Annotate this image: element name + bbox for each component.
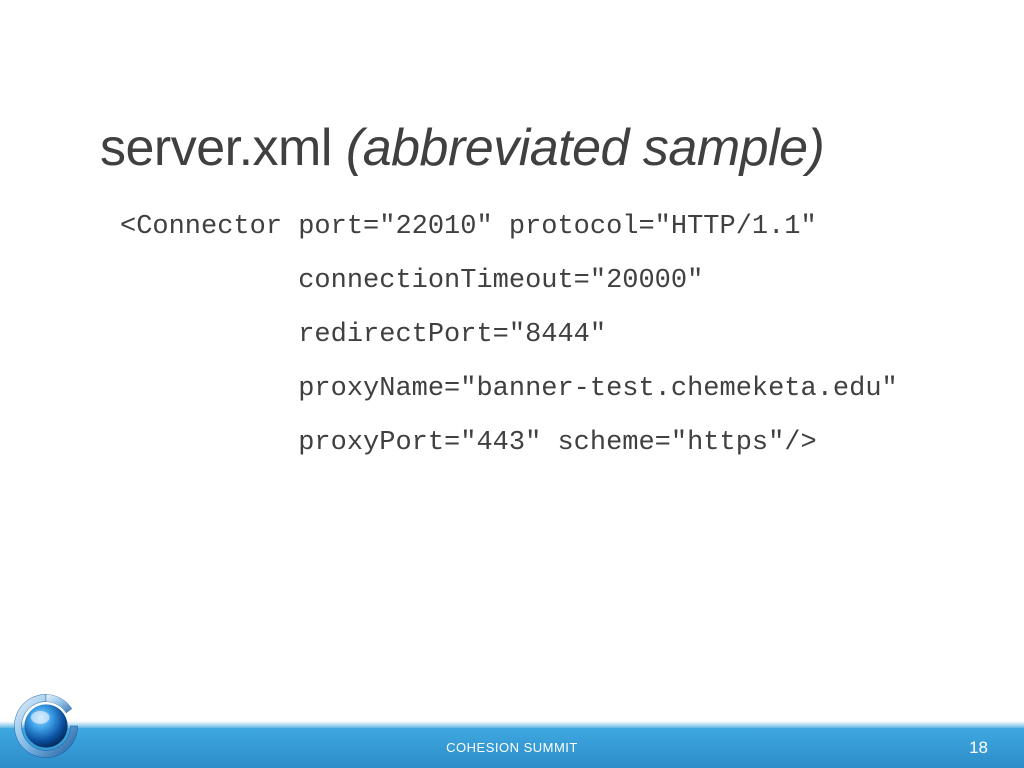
footer-stripe bbox=[0, 721, 1024, 728]
title-subtitle: (abbreviated sample) bbox=[346, 119, 824, 177]
code-line-2: connectionTimeout="20000" bbox=[120, 266, 703, 296]
code-line-5: proxyPort="443" scheme="https"/> bbox=[120, 428, 817, 458]
page-number: 18 bbox=[969, 738, 988, 758]
code-line-3: redirectPort="8444" bbox=[120, 320, 606, 350]
code-line-1: <Connector port="22010" protocol="HTTP/1… bbox=[120, 212, 817, 242]
title-main: server.xml bbox=[100, 119, 346, 177]
footer-bar: COHESION SUMMIT 18 bbox=[0, 728, 1024, 768]
cohesion-logo-icon bbox=[10, 690, 82, 762]
slide-title: server.xml (abbreviated sample) bbox=[100, 118, 824, 178]
footer-label: COHESION SUMMIT bbox=[446, 740, 578, 755]
code-sample: <Connector port="22010" protocol="HTTP/1… bbox=[120, 200, 898, 470]
code-line-4: proxyName="banner-test.chemeketa.edu" bbox=[120, 374, 898, 404]
slide: server.xml (abbreviated sample) <Connect… bbox=[0, 0, 1024, 768]
